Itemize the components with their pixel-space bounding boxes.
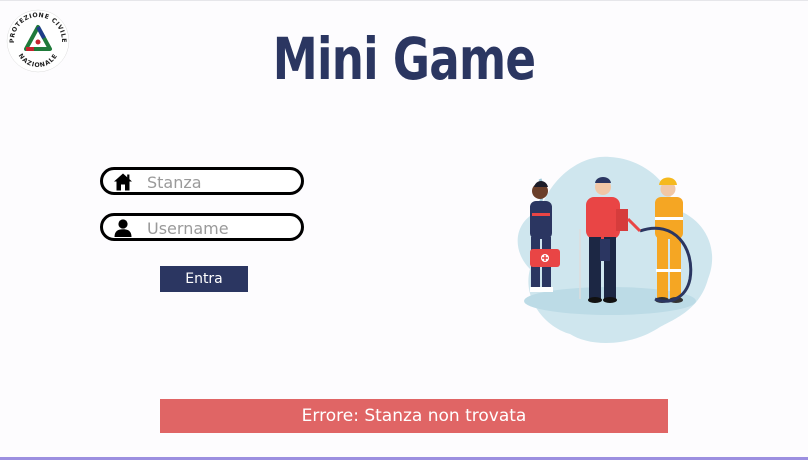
rescue-workers-illustration <box>517 156 713 344</box>
user-icon <box>114 219 132 237</box>
username-input[interactable] <box>147 218 297 238</box>
home-icon <box>114 173 132 191</box>
username-field[interactable] <box>100 213 304 241</box>
error-message: Errore: Stanza non trovata <box>301 406 527 426</box>
room-field[interactable] <box>100 167 304 195</box>
room-input[interactable] <box>147 172 297 192</box>
protezione-civile-logo: PROTEZIONE CIVILE NAZIONALE <box>6 9 70 73</box>
enter-button[interactable]: Entra <box>160 266 248 292</box>
page-title: Mini Game <box>272 25 536 93</box>
error-banner: Errore: Stanza non trovata <box>160 399 668 433</box>
